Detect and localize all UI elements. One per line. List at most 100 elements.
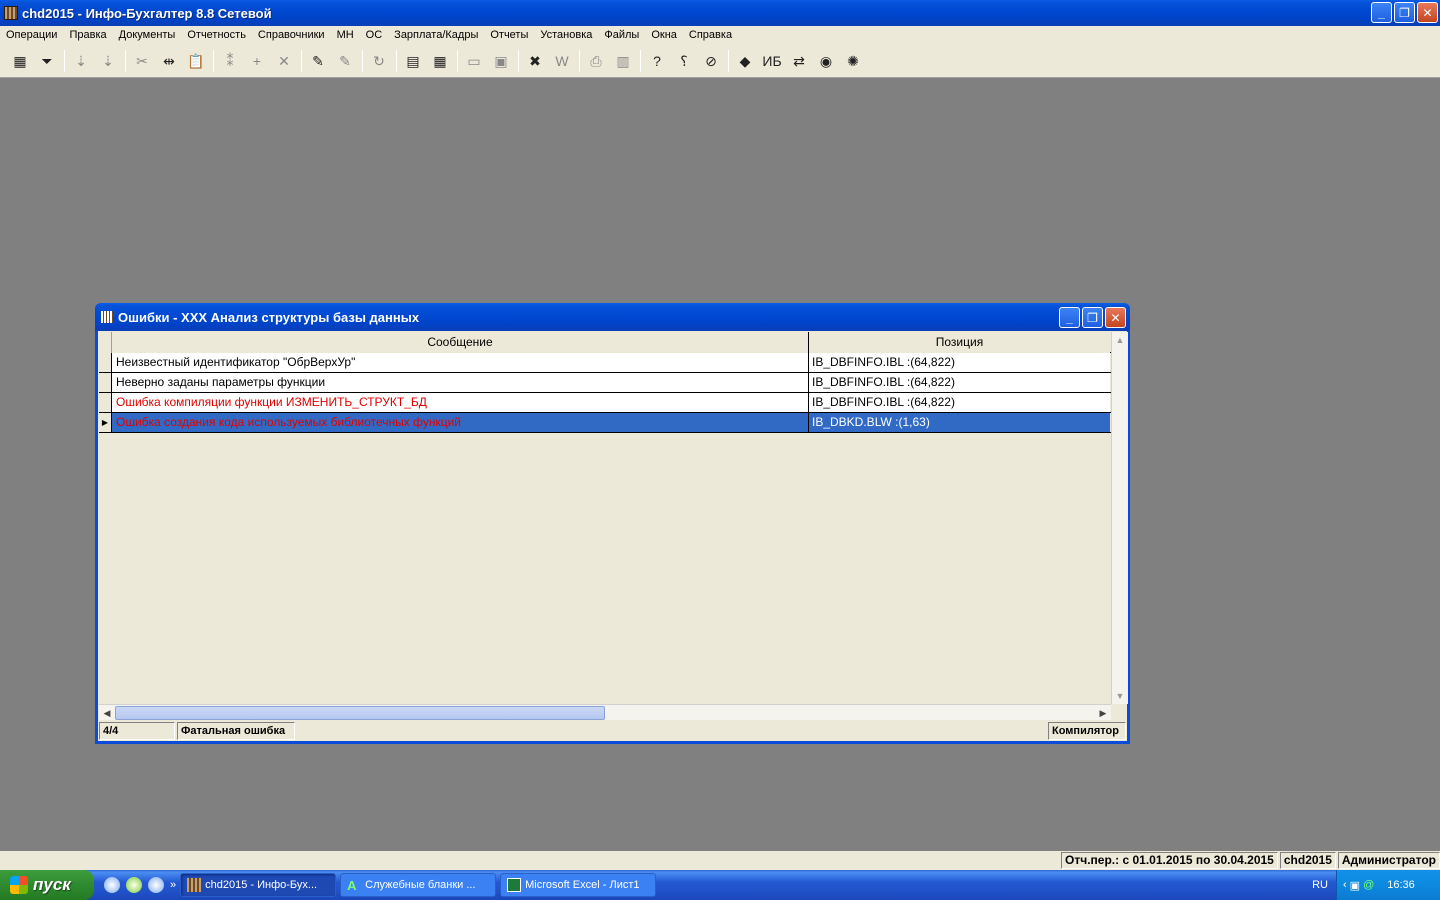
- tray-expand-icon[interactable]: ‹: [1343, 879, 1347, 891]
- chevron-right-icon[interactable]: »: [170, 879, 176, 891]
- app-icon[interactable]: [4, 6, 18, 20]
- message-cell[interactable]: Неизвестный идентификатор "ОбрВерхУр": [112, 353, 809, 372]
- sort-desc-icon[interactable]: ⇣: [96, 50, 120, 72]
- row-indicator[interactable]: [99, 353, 112, 372]
- errors-window-titlebar[interactable]: Ошибки - XXX Анализ структуры базы данны…: [95, 303, 1130, 331]
- close-button[interactable]: ✕: [1417, 2, 1438, 23]
- scroll-right-icon[interactable]: ▶: [1095, 705, 1111, 721]
- window-icon[interactable]: [101, 311, 113, 323]
- position-cell[interactable]: IB_DBFINFO.IBL :(64,822): [809, 373, 1110, 392]
- menu-files[interactable]: Файлы: [598, 26, 645, 45]
- menu-reporting[interactable]: Отчетность: [181, 26, 252, 45]
- open-folder-icon[interactable]: ▭: [462, 50, 486, 72]
- position-cell[interactable]: IB_DBKD.BLW :(1,63): [809, 413, 1110, 432]
- context-help-icon[interactable]: ⸮: [672, 50, 696, 72]
- clock[interactable]: 16:36: [1387, 879, 1415, 891]
- row-counter: 4/4: [99, 722, 175, 740]
- word-icon[interactable]: W: [550, 50, 574, 72]
- row-indicator[interactable]: [99, 373, 112, 392]
- print-icon[interactable]: ⎙: [584, 50, 608, 72]
- clear-marker-icon[interactable]: ✎: [333, 50, 357, 72]
- start-button[interactable]: пуск: [0, 870, 94, 900]
- vertical-scrollbar[interactable]: ▲ ▼: [1111, 332, 1128, 704]
- restore-button[interactable]: ❐: [1394, 2, 1415, 23]
- cut-icon[interactable]: ✂: [130, 50, 154, 72]
- column-header-message[interactable]: Сообщение: [112, 332, 809, 353]
- compass-icon[interactable]: ⊘: [699, 50, 723, 72]
- menu-bar: Операции Правка Документы Отчетность Спр…: [0, 26, 1440, 45]
- menu-operations[interactable]: Операции: [0, 26, 63, 45]
- teamviewer-icon[interactable]: ⇄: [787, 50, 811, 72]
- help-icon[interactable]: ?: [645, 50, 669, 72]
- menu-setup[interactable]: Установка: [534, 26, 598, 45]
- status-spacer: [297, 722, 1046, 740]
- taskbar: пуск » chd2015 - Инфо-Бух... A Служебные…: [0, 870, 1440, 900]
- mail-icon[interactable]: @: [1363, 879, 1374, 891]
- position-cell[interactable]: IB_DBFINFO.IBL :(64,822): [809, 353, 1110, 372]
- message-cell[interactable]: Ошибка создания кода используемых библио…: [112, 413, 809, 432]
- game-icon[interactable]: ◆: [733, 50, 757, 72]
- menu-edit[interactable]: Правка: [63, 26, 112, 45]
- task-service-forms[interactable]: A Служебные бланки ...: [340, 873, 497, 897]
- scroll-thumb[interactable]: [115, 706, 605, 720]
- minimize-button[interactable]: _: [1371, 2, 1392, 23]
- save-icon[interactable]: ▣: [489, 50, 513, 72]
- scroll-left-icon[interactable]: ◀: [99, 705, 115, 721]
- network-icon[interactable]: ✺: [841, 50, 865, 72]
- column-header-position[interactable]: Позиция: [809, 332, 1110, 353]
- row-indicator[interactable]: [99, 393, 112, 412]
- errors-status-bar: 4/4 Фатальная ошибка Компилятор: [99, 722, 1128, 740]
- horizontal-scrollbar[interactable]: ◀ ▶: [99, 704, 1111, 720]
- ie-icon[interactable]: [104, 877, 120, 893]
- numbering-icon[interactable]: ⁑: [218, 50, 242, 72]
- toolbar-separator: [362, 50, 363, 72]
- child-close-button[interactable]: ✕: [1105, 307, 1126, 328]
- excel-icon[interactable]: ✖: [523, 50, 547, 72]
- media-player-icon[interactable]: [148, 877, 164, 893]
- grid-view-icon[interactable]: ▦: [8, 50, 32, 72]
- message-cell[interactable]: Неверно заданы параметры функции: [112, 373, 809, 392]
- delete-icon[interactable]: ✕: [272, 50, 296, 72]
- messenger-icon[interactable]: [126, 877, 142, 893]
- language-indicator[interactable]: RU: [1312, 870, 1328, 900]
- menu-mn[interactable]: МН: [331, 26, 360, 45]
- menu-directories[interactable]: Справочники: [252, 26, 331, 45]
- add-icon[interactable]: +: [245, 50, 269, 72]
- position-cell[interactable]: IB_DBFINFO.IBL :(64,822): [809, 393, 1110, 412]
- split-icon[interactable]: ⇹: [157, 50, 181, 72]
- table-row[interactable]: Ошибка компиляции функции ИЗМЕНИТЬ_СТРУК…: [99, 393, 1111, 413]
- scroll-down-icon[interactable]: ▼: [1112, 688, 1128, 704]
- menu-reports[interactable]: Отчеты: [484, 26, 534, 45]
- menu-payroll[interactable]: Зарплата/Кадры: [388, 26, 484, 45]
- table-row[interactable]: Неверно заданы параметры функции IB_DBFIN…: [99, 373, 1111, 393]
- menu-help[interactable]: Справка: [683, 26, 738, 45]
- child-minimize-button[interactable]: _: [1059, 307, 1080, 328]
- refresh-icon[interactable]: ↻: [367, 50, 391, 72]
- quick-launch: »: [104, 877, 176, 893]
- task-excel[interactable]: Microsoft Excel - Лист1: [500, 873, 657, 897]
- web-icon[interactable]: ◉: [814, 50, 838, 72]
- filter-icon[interactable]: ⏷: [35, 50, 59, 72]
- menu-documents[interactable]: Документы: [113, 26, 182, 45]
- table-row[interactable]: Неизвестный идентификатор "ОбрВерхУр" IB_…: [99, 353, 1111, 373]
- table-row[interactable]: ▶ Ошибка создания кода используемых библи…: [99, 413, 1111, 433]
- ib10-icon[interactable]: ИБ: [760, 50, 784, 72]
- menu-os[interactable]: ОС: [360, 26, 389, 45]
- toolbar-separator: [396, 50, 397, 72]
- message-cell[interactable]: Ошибка компиляции функции ИЗМЕНИТЬ_СТРУК…: [112, 393, 809, 412]
- sort-asc-icon[interactable]: ⇣: [69, 50, 93, 72]
- menu-windows[interactable]: Окна: [645, 26, 683, 45]
- child-maximize-button[interactable]: ❐: [1082, 307, 1103, 328]
- row-pointer-icon[interactable]: ▶: [99, 413, 112, 432]
- pdf-icon[interactable]: ▤: [401, 50, 425, 72]
- calculator-icon[interactable]: ▦: [428, 50, 452, 72]
- preview-icon[interactable]: ▥: [611, 50, 635, 72]
- network-icon[interactable]: ▣: [1350, 879, 1360, 892]
- paste-icon[interactable]: 📋: [184, 50, 208, 72]
- marker-icon[interactable]: ✎: [306, 50, 330, 72]
- scroll-up-icon[interactable]: ▲: [1112, 332, 1128, 348]
- task-chd2015[interactable]: chd2015 - Инфо-Бух...: [180, 873, 337, 897]
- errors-window-title: Ошибки - XXX Анализ структуры базы данны…: [118, 309, 420, 325]
- errors-window: Ошибки - XXX Анализ структуры базы данны…: [95, 303, 1130, 744]
- toolbar-separator: [301, 50, 302, 72]
